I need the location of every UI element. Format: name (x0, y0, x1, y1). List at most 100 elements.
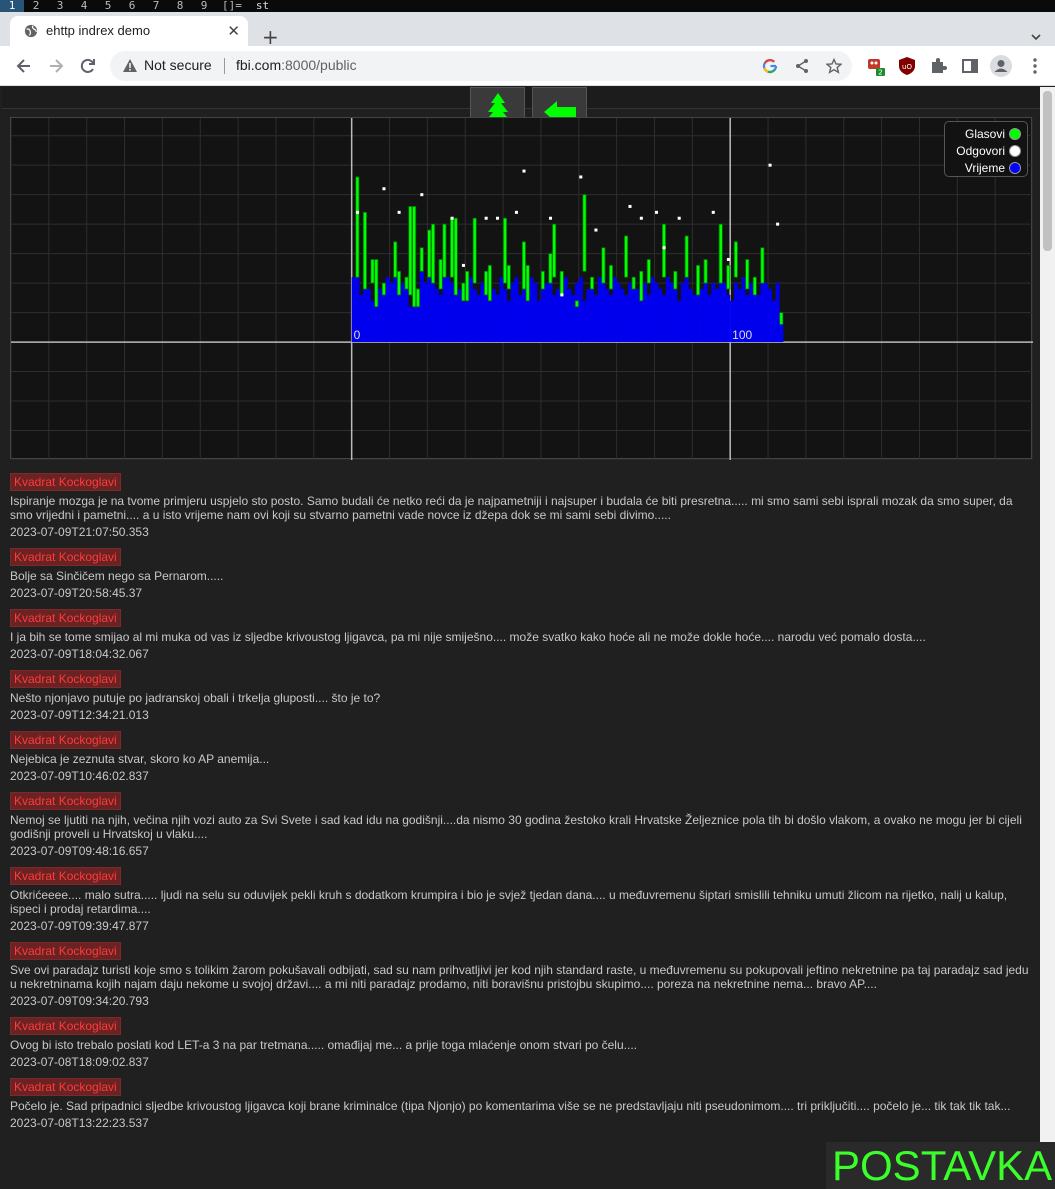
bar-vrijeme (381, 294, 386, 343)
bar-vrijeme (768, 289, 773, 343)
bar-vrijeme (590, 283, 595, 343)
workspace-8[interactable]: 8 (168, 0, 192, 12)
marker-odgovori (776, 222, 780, 226)
star-icon[interactable] (826, 58, 842, 74)
legend-item-odgovori[interactable]: Odgovori (956, 144, 1021, 158)
back-icon[interactable] (14, 56, 34, 76)
legend-item-vrijeme[interactable]: Vrijeme (965, 161, 1021, 175)
bar-vrijeme (673, 289, 678, 343)
comment-list: Kvadrat Kockoglavi Ispiranje mozga je na … (10, 473, 1035, 1139)
comment-author[interactable]: Kvadrat Kockoglavi (10, 731, 121, 749)
puzzle-icon[interactable] (928, 56, 948, 76)
ublock-shield-icon[interactable]: uO (897, 56, 917, 76)
workspace-9[interactable]: 9 (192, 0, 216, 12)
bar-vrijeme (457, 289, 462, 343)
page-content: 0 100 Glasovi Odgovori Vrijeme Kvadrat Ko… (2, 87, 1040, 1189)
bar-glasovi (540, 270, 545, 290)
bar-glasovi (453, 217, 458, 296)
workspace-1[interactable]: 1 (0, 0, 24, 12)
workspace-5[interactable]: 5 (96, 0, 120, 12)
comment-author[interactable]: Kvadrat Kockoglavi (10, 548, 121, 566)
bar-glasovi (525, 265, 530, 302)
comment-item: Kvadrat Kockoglavi Nejebica je zeznuta st… (10, 731, 1035, 783)
bar-vrijeme (665, 277, 670, 343)
bar-vrijeme (393, 277, 398, 343)
bar-vrijeme (533, 283, 538, 343)
bar-glasovi (726, 265, 731, 290)
bar-glasovi (415, 288, 420, 308)
workspace-2[interactable]: 2 (24, 0, 48, 12)
reload-icon[interactable] (78, 56, 98, 76)
comment-author[interactable]: Kvadrat Kockoglavi (10, 609, 121, 627)
postavka-button[interactable]: POSTAVKA (826, 1142, 1055, 1189)
bar-glasovi (381, 282, 386, 296)
address-bar[interactable]: Not secure fbi.com:8000/public (110, 51, 852, 81)
comment-author[interactable]: Kvadrat Kockoglavi (10, 670, 121, 688)
comment-author[interactable]: Kvadrat Kockoglavi (10, 1078, 121, 1096)
bar-vrijeme (627, 283, 632, 343)
bar-vrijeme (567, 289, 572, 343)
bar-vrijeme (499, 277, 504, 343)
forward-icon[interactable] (46, 56, 66, 76)
security-label[interactable]: Not secure (144, 57, 212, 73)
marker-odgovori (514, 210, 518, 214)
extension-icon[interactable]: 2 (866, 56, 886, 76)
warning-icon[interactable] (122, 58, 138, 74)
scrollbar-thumb[interactable] (1043, 91, 1052, 251)
bar-vrijeme (677, 300, 682, 343)
bar-vrijeme (378, 289, 383, 343)
profile-avatar-icon[interactable] (990, 55, 1012, 77)
chevron-down-icon[interactable] (1031, 32, 1041, 42)
comment-text: Otkrićeeee.... malo sutra..... ljudi na … (10, 888, 1008, 916)
comment-author[interactable]: Kvadrat Kockoglavi (10, 473, 121, 491)
legend-item-glasovi[interactable]: Glasovi (965, 127, 1021, 141)
bar-glasovi (684, 235, 689, 278)
layout-indicator[interactable]: []= (216, 0, 248, 12)
bar-glasovi (461, 282, 466, 302)
workspace-3[interactable]: 3 (48, 0, 72, 12)
bar-glasovi (646, 259, 651, 284)
close-tab-icon[interactable]: ✕ (227, 22, 240, 40)
tab-strip: ehttp indrex demo ✕ + (0, 12, 1055, 47)
workspace-4[interactable]: 4 (72, 0, 96, 12)
bar-glasovi (601, 247, 606, 284)
comment-author[interactable]: Kvadrat Kockoglavi (10, 1017, 121, 1035)
marker-odgovori (355, 210, 359, 214)
side-panel-icon[interactable] (960, 56, 980, 76)
bar-vrijeme (692, 294, 697, 343)
bar-vrijeme (722, 283, 727, 343)
marker-odgovori (579, 175, 583, 179)
bar-glasovi (427, 229, 432, 278)
workspace-6[interactable]: 6 (120, 0, 144, 12)
comment-author[interactable]: Kvadrat Kockoglavi (10, 792, 121, 810)
bar-glasovi (438, 259, 443, 290)
share-icon[interactable] (794, 58, 810, 74)
bar-vrijeme (574, 283, 579, 343)
comment-author[interactable]: Kvadrat Kockoglavi (10, 942, 121, 960)
bar-glasovi (574, 300, 579, 308)
url-text[interactable]: fbi.com:8000/public (236, 57, 357, 73)
workspace-7[interactable]: 7 (144, 0, 168, 12)
marker-odgovori (662, 246, 666, 250)
bar-vrijeme (408, 306, 413, 343)
bar-glasovi (552, 223, 557, 278)
page-scrollbar[interactable] (1040, 87, 1055, 1189)
x-tick-label: 0 (354, 328, 361, 342)
marker-odgovori (639, 216, 643, 220)
google-icon[interactable] (762, 58, 778, 74)
bar-vrijeme (597, 277, 602, 343)
bar-vrijeme (612, 277, 617, 343)
bar-vrijeme (707, 294, 712, 343)
comment-author[interactable]: Kvadrat Kockoglavi (10, 867, 121, 885)
bar-vrijeme (624, 294, 629, 343)
chart-canvas: 0 100 (11, 118, 1033, 460)
comment-text: Ispiranje mozga je na tvome primjeru usp… (10, 494, 1013, 522)
kebab-menu-icon[interactable] (1025, 56, 1045, 76)
new-tab-icon[interactable]: + (262, 27, 279, 47)
bar-vrijeme (431, 283, 436, 343)
bar-glasovi (465, 270, 470, 302)
bar-vrijeme (506, 300, 511, 343)
browser-tab[interactable]: ehttp indrex demo ✕ (10, 16, 248, 46)
marker-odgovori (522, 169, 526, 173)
bar-vrijeme (711, 283, 716, 343)
